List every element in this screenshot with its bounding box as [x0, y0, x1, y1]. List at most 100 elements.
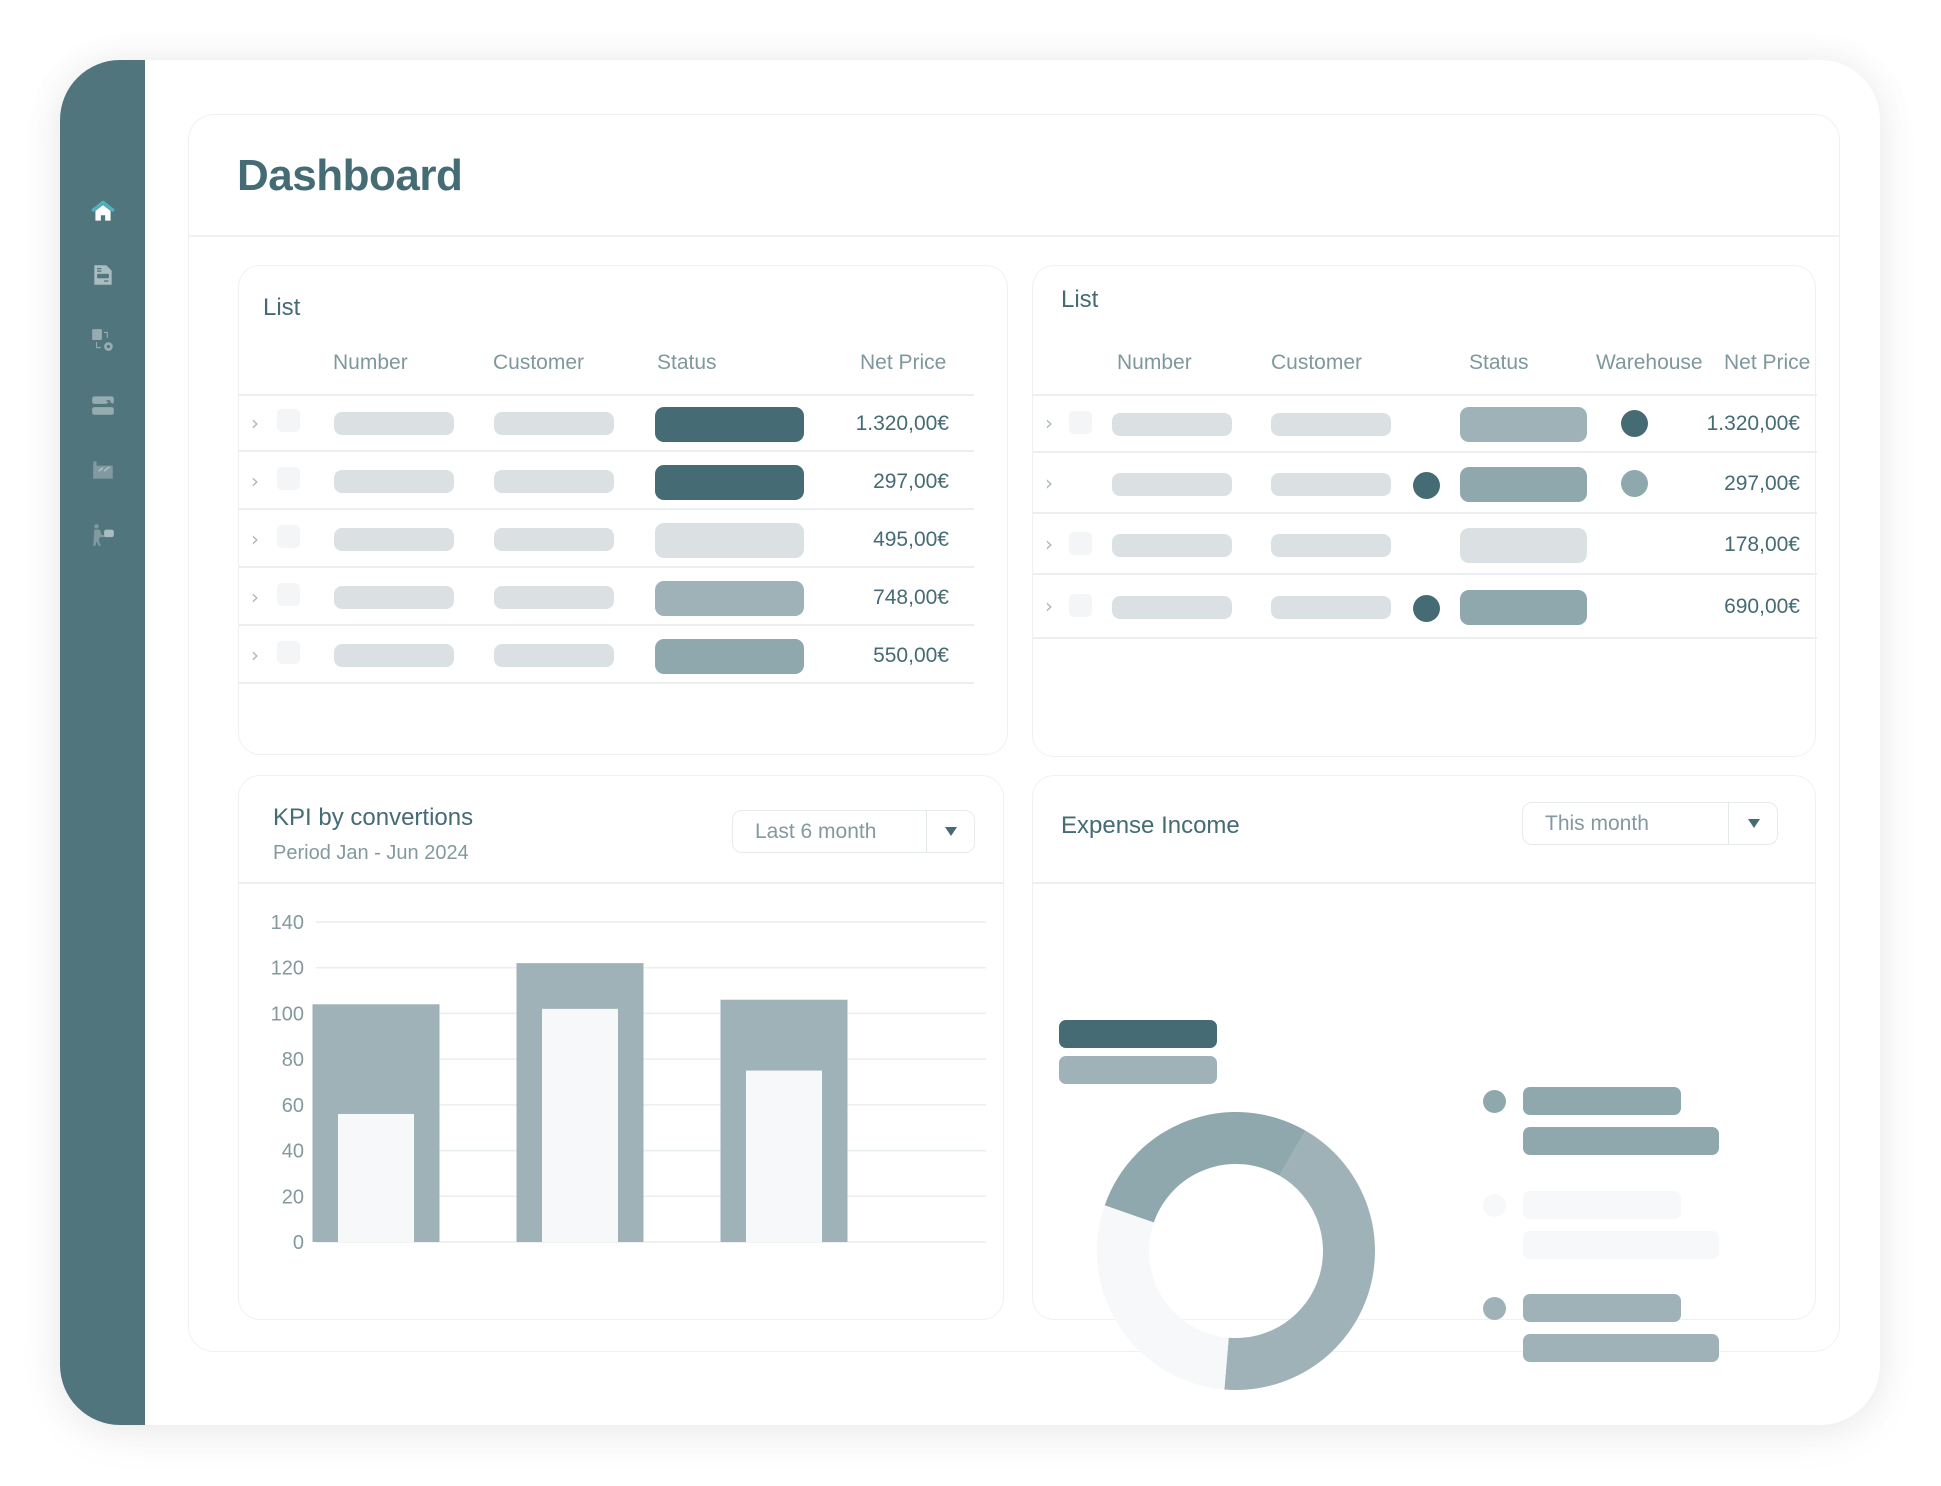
kpi-bar-chart: 0 20 40 60 80 100 120 140: [271, 912, 986, 1254]
chevron-right-icon[interactable]: ›: [251, 411, 259, 435]
column-header-number[interactable]: Number: [333, 351, 408, 375]
expense-title: Expense Income: [1061, 812, 1240, 839]
warehouse-indicator: [1621, 469, 1648, 497]
home-icon: [91, 200, 115, 221]
column-header-net-price[interactable]: Net Price: [1724, 351, 1810, 375]
legend-label-placeholder: [1523, 1191, 1681, 1219]
y-tick-label: 60: [282, 1095, 304, 1117]
row-checkbox[interactable]: [1069, 594, 1092, 617]
table-row[interactable]: › 1.320,00€: [239, 394, 974, 452]
app-window: Dashboard List Number Customer Status Ne…: [60, 60, 1880, 1425]
table-row[interactable]: › 297,00€: [1033, 453, 1817, 514]
legend-item[interactable]: [1483, 1294, 1743, 1364]
y-tick-label: 20: [282, 1186, 304, 1208]
column-header-number[interactable]: Number: [1117, 351, 1192, 375]
legend-item[interactable]: [1483, 1191, 1743, 1261]
flag-indicator: [1413, 471, 1440, 499]
net-price: 748,00€: [873, 586, 949, 609]
status-badge: [1460, 527, 1587, 563]
list-card-right: List Number Customer Status Warehouse Ne…: [1032, 265, 1817, 757]
chevron-right-icon[interactable]: ›: [1045, 594, 1053, 618]
table-row[interactable]: › 297,00€: [239, 452, 974, 510]
row-checkbox[interactable]: [277, 641, 300, 664]
flag-indicator: [1413, 595, 1440, 622]
page-title: Dashboard: [237, 151, 463, 200]
sidebar-item-documents[interactable]: [89, 261, 117, 289]
column-header-warehouse[interactable]: Warehouse: [1596, 351, 1703, 375]
row-checkbox[interactable]: [277, 583, 300, 606]
y-tick-label: 40: [282, 1141, 304, 1163]
donut-slice[interactable]: [1224, 1130, 1375, 1390]
row-checkbox[interactable]: [1069, 531, 1092, 555]
chevron-right-icon[interactable]: ›: [1045, 411, 1053, 435]
donut-slice[interactable]: [1104, 1112, 1306, 1223]
status-badge: [655, 523, 804, 558]
y-tick-label: 120: [271, 958, 304, 980]
column-header-status[interactable]: Status: [657, 351, 717, 375]
chevron-right-icon[interactable]: ›: [251, 527, 259, 551]
status-badge: [1460, 406, 1587, 442]
checklist-gear-icon: [92, 329, 113, 351]
chevron-right-icon[interactable]: ›: [251, 585, 259, 609]
column-header-net-price[interactable]: Net Price: [860, 351, 946, 375]
table-row[interactable]: › 178,00€: [1033, 514, 1817, 575]
legend-label-placeholder: [1523, 1294, 1681, 1322]
card-header-divider: [239, 882, 1003, 884]
row-checkbox[interactable]: [277, 409, 300, 432]
row-checkbox[interactable]: [277, 525, 300, 548]
table-row[interactable]: › 690,00€: [1033, 575, 1817, 639]
bar-converted[interactable]: [746, 1070, 822, 1242]
legend-value-placeholder: [1523, 1334, 1719, 1362]
legend-bar: [1059, 1020, 1217, 1048]
status-badge: [655, 639, 804, 674]
column-header-customer[interactable]: Customer: [493, 351, 584, 375]
sidebar-item-production[interactable]: [89, 456, 117, 484]
dropdown-value: This month: [1545, 812, 1649, 835]
sidebar-item-transfers[interactable]: [89, 391, 117, 419]
row-checkbox[interactable]: [277, 467, 300, 490]
table-row[interactable]: › 1.320,00€: [1033, 394, 1817, 453]
bar-converted[interactable]: [338, 1114, 414, 1242]
legend-value-placeholder: [1523, 1127, 1719, 1155]
legend-dot: [1483, 1090, 1506, 1113]
legend-item[interactable]: [1483, 1087, 1743, 1157]
row-divider: [239, 682, 974, 684]
list-title: List: [1061, 286, 1099, 313]
table-row[interactable]: › 495,00€: [239, 510, 974, 568]
number-placeholder: [1112, 412, 1232, 436]
chevron-right-icon[interactable]: ›: [251, 643, 259, 667]
warehouse-indicator: [1621, 409, 1648, 437]
customer-placeholder: [1271, 596, 1391, 619]
bar-converted[interactable]: [542, 1008, 618, 1242]
list-card-left: List Number Customer Status Net Price › 1…: [238, 265, 1008, 755]
status-badge: [1460, 590, 1587, 625]
column-header-customer[interactable]: Customer: [1271, 351, 1362, 375]
donut-slice[interactable]: [1097, 1205, 1229, 1390]
chevron-right-icon[interactable]: ›: [251, 469, 259, 493]
document-icon: [94, 265, 112, 285]
expense-donut-chart: [1097, 1112, 1375, 1390]
column-header-status[interactable]: Status: [1469, 351, 1529, 375]
period-dropdown[interactable]: This month: [1522, 802, 1778, 845]
chevron-right-icon[interactable]: ›: [1045, 471, 1053, 495]
row-checkbox[interactable]: [1069, 410, 1092, 434]
number-placeholder: [1112, 472, 1232, 496]
chevron-right-icon[interactable]: ›: [1045, 532, 1053, 556]
card-header-divider: [1033, 882, 1815, 884]
customer-placeholder: [494, 586, 614, 609]
table-row[interactable]: › 550,00€: [239, 626, 974, 684]
sidebar-item-workers[interactable]: [89, 521, 117, 549]
period-dropdown[interactable]: Last 6 month: [732, 810, 975, 853]
sidebar-item-process-settings[interactable]: [89, 326, 117, 354]
caret-down-icon: [1748, 819, 1760, 828]
header-divider: [189, 235, 1839, 237]
factory-icon: [93, 461, 113, 479]
table-row[interactable]: › 748,00€: [239, 568, 974, 626]
sidebar-item-home[interactable]: [89, 198, 117, 226]
net-price: 297,00€: [873, 470, 949, 493]
number-placeholder: [334, 644, 454, 667]
legend-value-placeholder: [1523, 1231, 1719, 1259]
dashboard-panel: Dashboard List Number Customer Status Ne…: [188, 114, 1840, 1390]
y-tick-label: 100: [271, 1003, 304, 1025]
kpi-card: KPI by convertions Period Jan - Jun 2024…: [238, 775, 1004, 1320]
